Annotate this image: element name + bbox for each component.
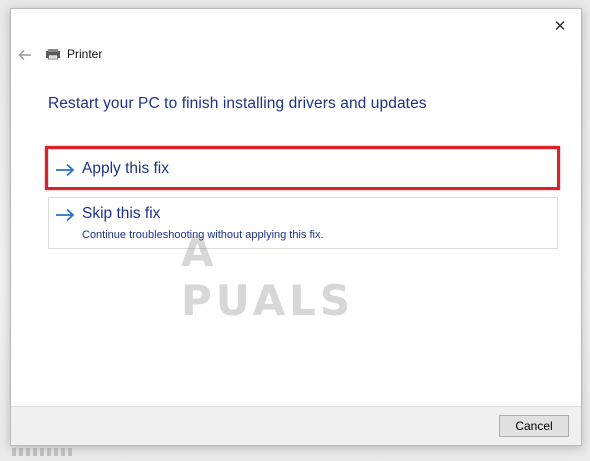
apply-fix-label: Apply this fix	[82, 160, 170, 177]
arrow-right-icon	[56, 208, 75, 222]
apply-fix-option[interactable]: Apply this fix	[48, 149, 558, 189]
troubleshooter-window: ✕ Printer Restart your PC to finish inst…	[10, 8, 582, 446]
skip-fix-description: Continue troubleshooting without applyin…	[82, 229, 324, 241]
cancel-button[interactable]: Cancel	[499, 415, 569, 437]
arrow-right-icon	[56, 163, 75, 177]
footer-bar: Cancel	[11, 406, 581, 445]
page-heading: Restart your PC to finish installing dri…	[48, 95, 427, 112]
background-text-fragment	[12, 448, 72, 456]
close-icon: ✕	[553, 18, 567, 35]
skip-fix-label: Skip this fix	[82, 205, 161, 222]
skip-fix-option[interactable]: Skip this fix Continue troubleshooting w…	[48, 197, 558, 249]
back-arrow-icon[interactable]	[17, 47, 33, 63]
printer-icon	[46, 49, 60, 60]
close-button[interactable]: ✕	[547, 13, 573, 39]
window-title: Printer	[67, 47, 103, 61]
